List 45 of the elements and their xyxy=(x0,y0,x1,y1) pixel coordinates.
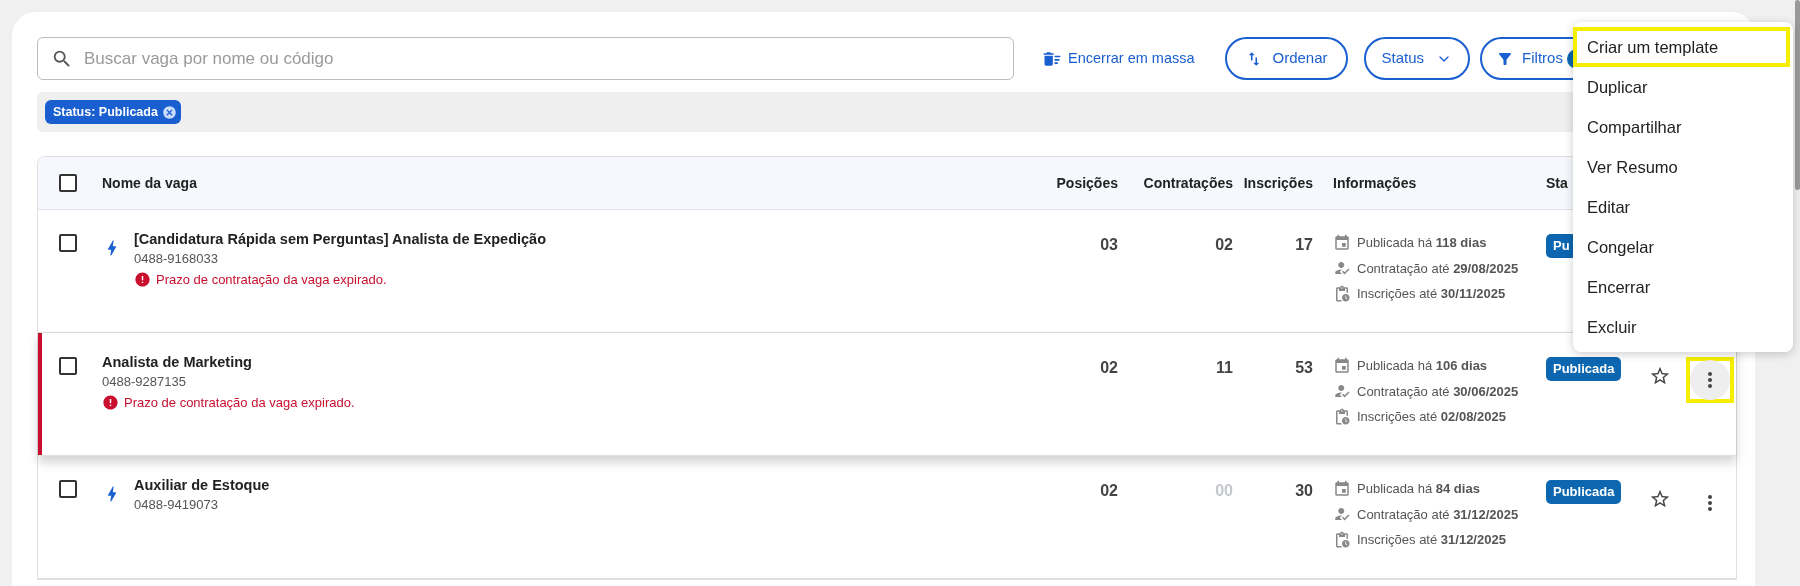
info-text: Inscrições até 31/12/2025 xyxy=(1357,531,1506,549)
menu-item[interactable]: Criar um template xyxy=(1573,27,1790,67)
info-text: Publicada há 84 dias xyxy=(1357,480,1480,498)
menu-item[interactable]: Ver Resumo xyxy=(1573,147,1793,187)
positions-count: 02 xyxy=(1100,359,1118,376)
applications-count: 53 xyxy=(1295,359,1313,376)
job-title[interactable]: Auxiliar de Estoque xyxy=(134,475,270,495)
job-code: 0488-9168033 xyxy=(134,250,219,268)
column-header: Sta xyxy=(1545,173,1569,193)
menu-item[interactable]: Editar xyxy=(1573,187,1793,227)
info-text: Publicada há 106 dias xyxy=(1357,357,1488,375)
column-header: Posições xyxy=(1055,173,1118,193)
positions-count: 03 xyxy=(1100,236,1118,253)
job-title[interactable]: [Candidatura Rápida sem Perguntas] Analista de Expedição xyxy=(134,229,546,249)
hires-count: 00 xyxy=(1215,482,1233,499)
column-header: Informações xyxy=(1332,173,1418,193)
status-badge: Publicada xyxy=(1546,357,1622,381)
status-badge: Publicada xyxy=(1546,480,1622,504)
warning-text: Prazo de contratação da vaga expirado. xyxy=(124,394,355,412)
bulk-close-button[interactable]: Encerrar em massa xyxy=(1040,47,1197,70)
search-field[interactable]: Buscar vaga por nome ou código xyxy=(37,37,1014,80)
job-code: 0488-9419073 xyxy=(134,496,219,514)
column-header: Contratações xyxy=(1142,173,1233,193)
hires-count: 02 xyxy=(1215,236,1233,253)
info-text: Publicada há 118 dias xyxy=(1357,234,1487,252)
menu-item[interactable]: Compartilhar xyxy=(1573,107,1793,147)
info-text: Inscrições até 02/08/2025 xyxy=(1357,408,1506,426)
job-code: 0488-9287135 xyxy=(102,373,187,391)
filter-chip[interactable]: Status: Publicada xyxy=(45,99,181,125)
menu-item[interactable]: Encerrar xyxy=(1573,267,1793,307)
applications-count: 30 xyxy=(1295,482,1313,499)
hires-count: 11 xyxy=(1216,359,1233,376)
positions-count: 02 xyxy=(1100,482,1118,499)
status-dropdown[interactable]: Status xyxy=(1363,37,1471,80)
info-text: Contratação até 30/06/2025 xyxy=(1357,382,1519,401)
menu-item[interactable]: Excluir xyxy=(1573,307,1793,347)
applications-count: 17 xyxy=(1295,236,1313,253)
job-title[interactable]: Analista de Marketing xyxy=(102,352,355,372)
info-text: Inscrições até 30/11/2025 xyxy=(1357,285,1506,303)
column-header: Inscrições xyxy=(1242,173,1313,193)
column-header: Nome da vaga xyxy=(102,173,198,193)
warning-text: Prazo de contratação da vaga expirado. xyxy=(156,271,387,289)
info-text: Contratação até 31/12/2025 xyxy=(1357,505,1519,524)
info-text: Contratação até 29/08/2025 xyxy=(1357,259,1519,278)
sort-button[interactable]: Ordenar xyxy=(1224,37,1348,80)
